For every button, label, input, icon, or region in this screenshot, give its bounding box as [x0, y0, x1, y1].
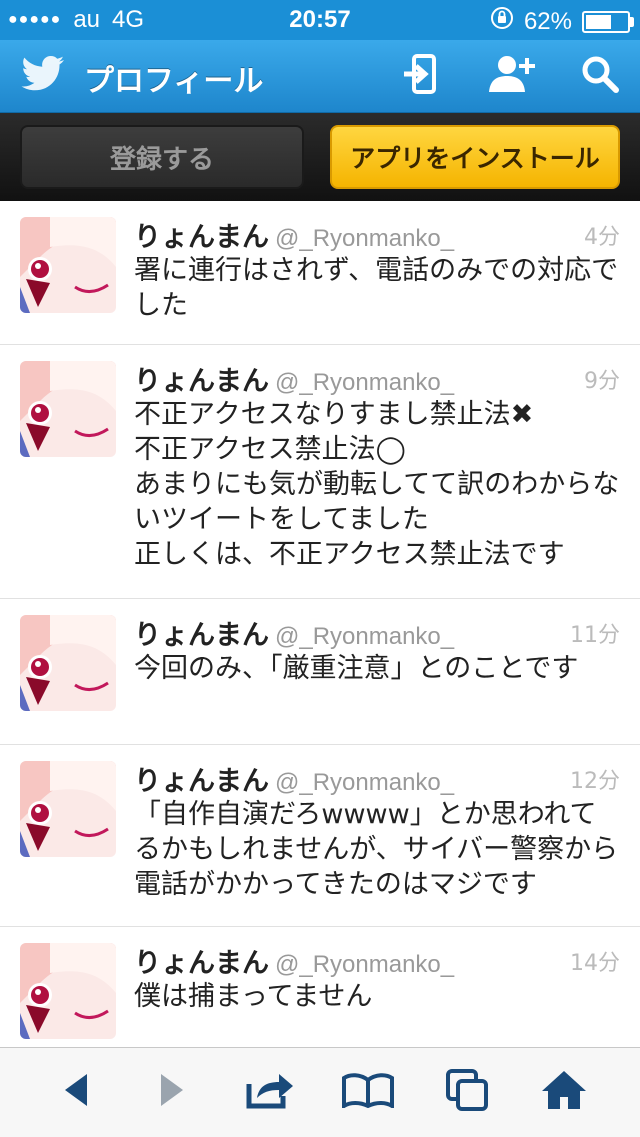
- tweet-item[interactable]: りょんまん @_Ryonmanko_ 4分 署に連行はされず、電話のみでの対応でし…: [0, 201, 640, 345]
- page-title: プロフィール: [84, 64, 264, 99]
- tabs-icon: [446, 1069, 490, 1115]
- author-name[interactable]: りょんまん: [134, 766, 269, 797]
- tweet-text: 今回のみ、「厳重注意」とのことです: [134, 653, 579, 684]
- twitter-bird-icon[interactable]: [20, 54, 66, 96]
- battery-percent: 62%: [523, 7, 572, 35]
- rotation-lock-icon: [490, 6, 514, 37]
- battery-icon: [582, 10, 634, 33]
- author-name[interactable]: りょんまん: [134, 620, 269, 651]
- sign-in-icon: [400, 52, 440, 100]
- tweet-time: 14分: [570, 951, 620, 976]
- author-name[interactable]: りょんまん: [134, 948, 269, 979]
- author-handle[interactable]: @_Ryonmanko_: [275, 225, 454, 252]
- follow-user-button[interactable]: [488, 52, 536, 100]
- tweet-text: 「自作自演だろwwww」とか思われてるかもしれませんが、サイバー警察から電話がか…: [134, 799, 619, 900]
- tweet-item[interactable]: りょんまん @_Ryonmanko_ 11分 今回のみ、「厳重注意」とのことです: [0, 599, 640, 745]
- search-button[interactable]: [576, 52, 624, 100]
- bookmarks-icon: [342, 1072, 394, 1112]
- tweet-text: 僕は捕まってません: [134, 981, 373, 1012]
- share-icon: [245, 1070, 295, 1114]
- author-name[interactable]: りょんまん: [134, 366, 269, 397]
- tweet-header: りょんまん @_Ryonmanko_ 9分: [134, 359, 620, 397]
- tweet-time: 12分: [570, 769, 620, 794]
- tweet-header: りょんまん @_Ryonmanko_ 12分: [134, 759, 620, 797]
- tweet-item[interactable]: りょんまん @_Ryonmanko_ 9分 不正アクセスなりすまし禁止法✖ 不正ア…: [0, 345, 640, 599]
- avatar[interactable]: [20, 361, 116, 457]
- tweet-text: 不正アクセスなりすまし禁止法✖ 不正アクセス禁止法◯ あまりにも気が動転してて訳…: [134, 399, 620, 570]
- share-button[interactable]: [246, 1070, 294, 1114]
- search-icon: [580, 54, 620, 98]
- author-handle[interactable]: @_Ryonmanko_: [275, 951, 454, 978]
- follow-user-icon: [487, 52, 537, 100]
- tweet-header: りょんまん @_Ryonmanko_ 14分: [134, 941, 620, 979]
- author-handle[interactable]: @_Ryonmanko_: [275, 369, 454, 396]
- tabs-button[interactable]: [444, 1069, 492, 1115]
- navigation-bar: プロフィール: [0, 40, 640, 113]
- avatar[interactable]: [20, 943, 116, 1039]
- tweet-header: りょんまん @_Ryonmanko_ 11分: [134, 613, 620, 651]
- home-button[interactable]: [540, 1070, 588, 1114]
- author-handle[interactable]: @_Ryonmanko_: [275, 623, 454, 650]
- forward-arrow-icon: [157, 1072, 187, 1112]
- tweet-time: 9分: [584, 369, 620, 394]
- author-handle[interactable]: @_Ryonmanko_: [275, 769, 454, 796]
- install-app-button[interactable]: アプリをインストール: [330, 125, 620, 189]
- action-bar: 登録する アプリをインストール: [0, 113, 640, 201]
- forward-button[interactable]: [148, 1070, 196, 1114]
- tweet-time: 11分: [570, 623, 620, 648]
- status-right: 62%: [490, 6, 634, 37]
- home-icon: [540, 1069, 588, 1115]
- browser-toolbar: [0, 1047, 640, 1137]
- avatar[interactable]: [20, 615, 116, 711]
- sign-in-button[interactable]: [396, 52, 444, 100]
- tweet-time: 4分: [584, 225, 620, 250]
- battery-level: [586, 14, 611, 29]
- tweet-item[interactable]: りょんまん @_Ryonmanko_ 14分 僕は捕まってません: [0, 927, 640, 1047]
- tweet-timeline: りょんまん @_Ryonmanko_ 4分 署に連行はされず、電話のみでの対応でし…: [0, 201, 640, 1047]
- bookmarks-button[interactable]: [342, 1070, 394, 1114]
- tweet-text: 署に連行はされず、電話のみでの対応でした: [134, 255, 619, 321]
- author-name[interactable]: りょんまん: [134, 222, 269, 253]
- back-arrow-icon: [61, 1072, 91, 1112]
- avatar[interactable]: [20, 761, 116, 857]
- tweet-header: りょんまん @_Ryonmanko_ 4分: [134, 215, 620, 253]
- back-button[interactable]: [52, 1070, 100, 1114]
- register-button[interactable]: 登録する: [20, 125, 304, 189]
- avatar[interactable]: [20, 217, 116, 313]
- status-bar: ●●●●● au 4G 20:57 62%: [0, 0, 640, 40]
- tweet-item[interactable]: りょんまん @_Ryonmanko_ 12分 「自作自演だろwwww」とか思われて…: [0, 745, 640, 927]
